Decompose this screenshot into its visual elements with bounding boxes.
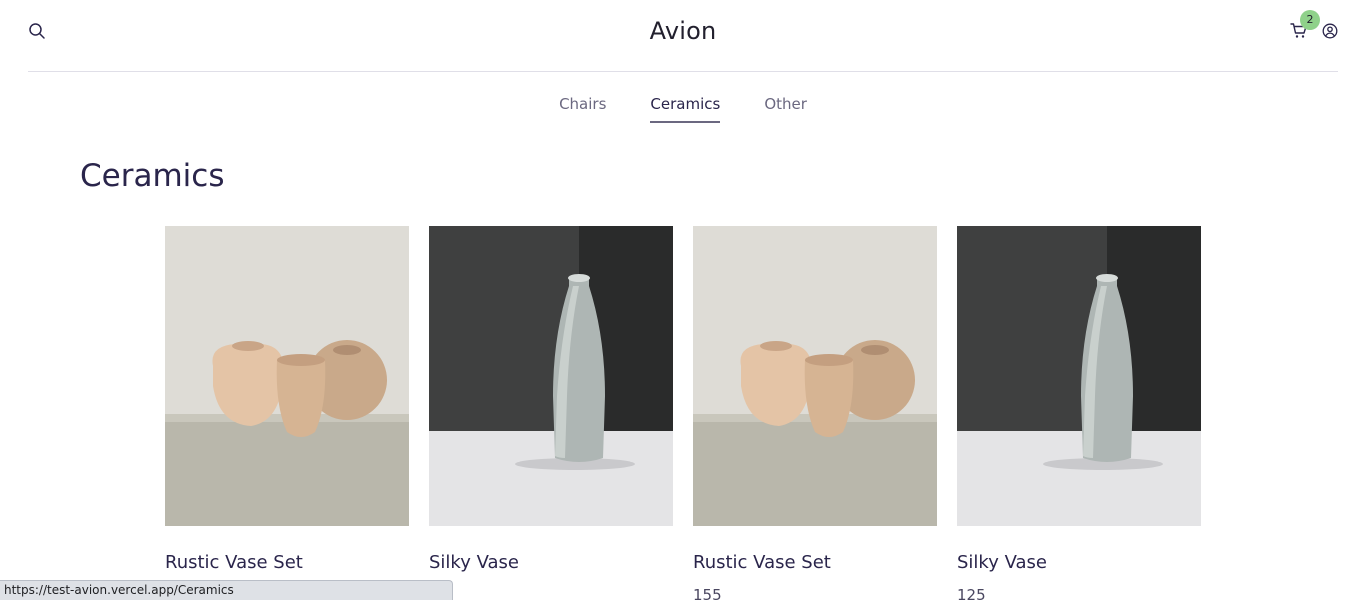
site-header: Avion 2 [28, 0, 1338, 72]
browser-status-bar: https://test-avion.vercel.app/Ceramics [0, 580, 453, 600]
nav-item-ceramics[interactable]: Ceramics [650, 72, 720, 128]
nav-item-chairs[interactable]: Chairs [559, 72, 606, 128]
product-card[interactable]: Rustic Vase Set [165, 226, 409, 604]
category-nav: Chairs Ceramics Other [0, 72, 1366, 128]
product-card[interactable]: Silky Vase 125 [957, 226, 1201, 604]
product-grid: Rustic Vase Set Silky Vase Rustic Vase S… [165, 226, 1201, 604]
page-title: Ceramics [80, 158, 225, 194]
nav-item-other[interactable]: Other [764, 72, 807, 128]
user-icon[interactable] [1322, 23, 1338, 39]
product-price: 155 [693, 586, 722, 604]
product-card[interactable]: Silky Vase [429, 226, 673, 604]
product-price: 125 [957, 586, 986, 604]
product-image-silky-vase[interactable] [429, 226, 673, 526]
product-card[interactable]: Rustic Vase Set 155 [693, 226, 937, 604]
product-name[interactable]: Silky Vase [429, 552, 673, 573]
product-image-silky-vase[interactable] [957, 226, 1201, 526]
product-image-rustic-vases[interactable] [693, 226, 937, 526]
product-image-rustic-vases[interactable] [165, 226, 409, 526]
product-name[interactable]: Rustic Vase Set [693, 552, 937, 573]
product-name[interactable]: Rustic Vase Set [165, 552, 409, 573]
product-name[interactable]: Silky Vase [957, 552, 1201, 573]
site-logo[interactable]: Avion [28, 17, 1338, 45]
cart-count-badge: 2 [1300, 10, 1320, 30]
